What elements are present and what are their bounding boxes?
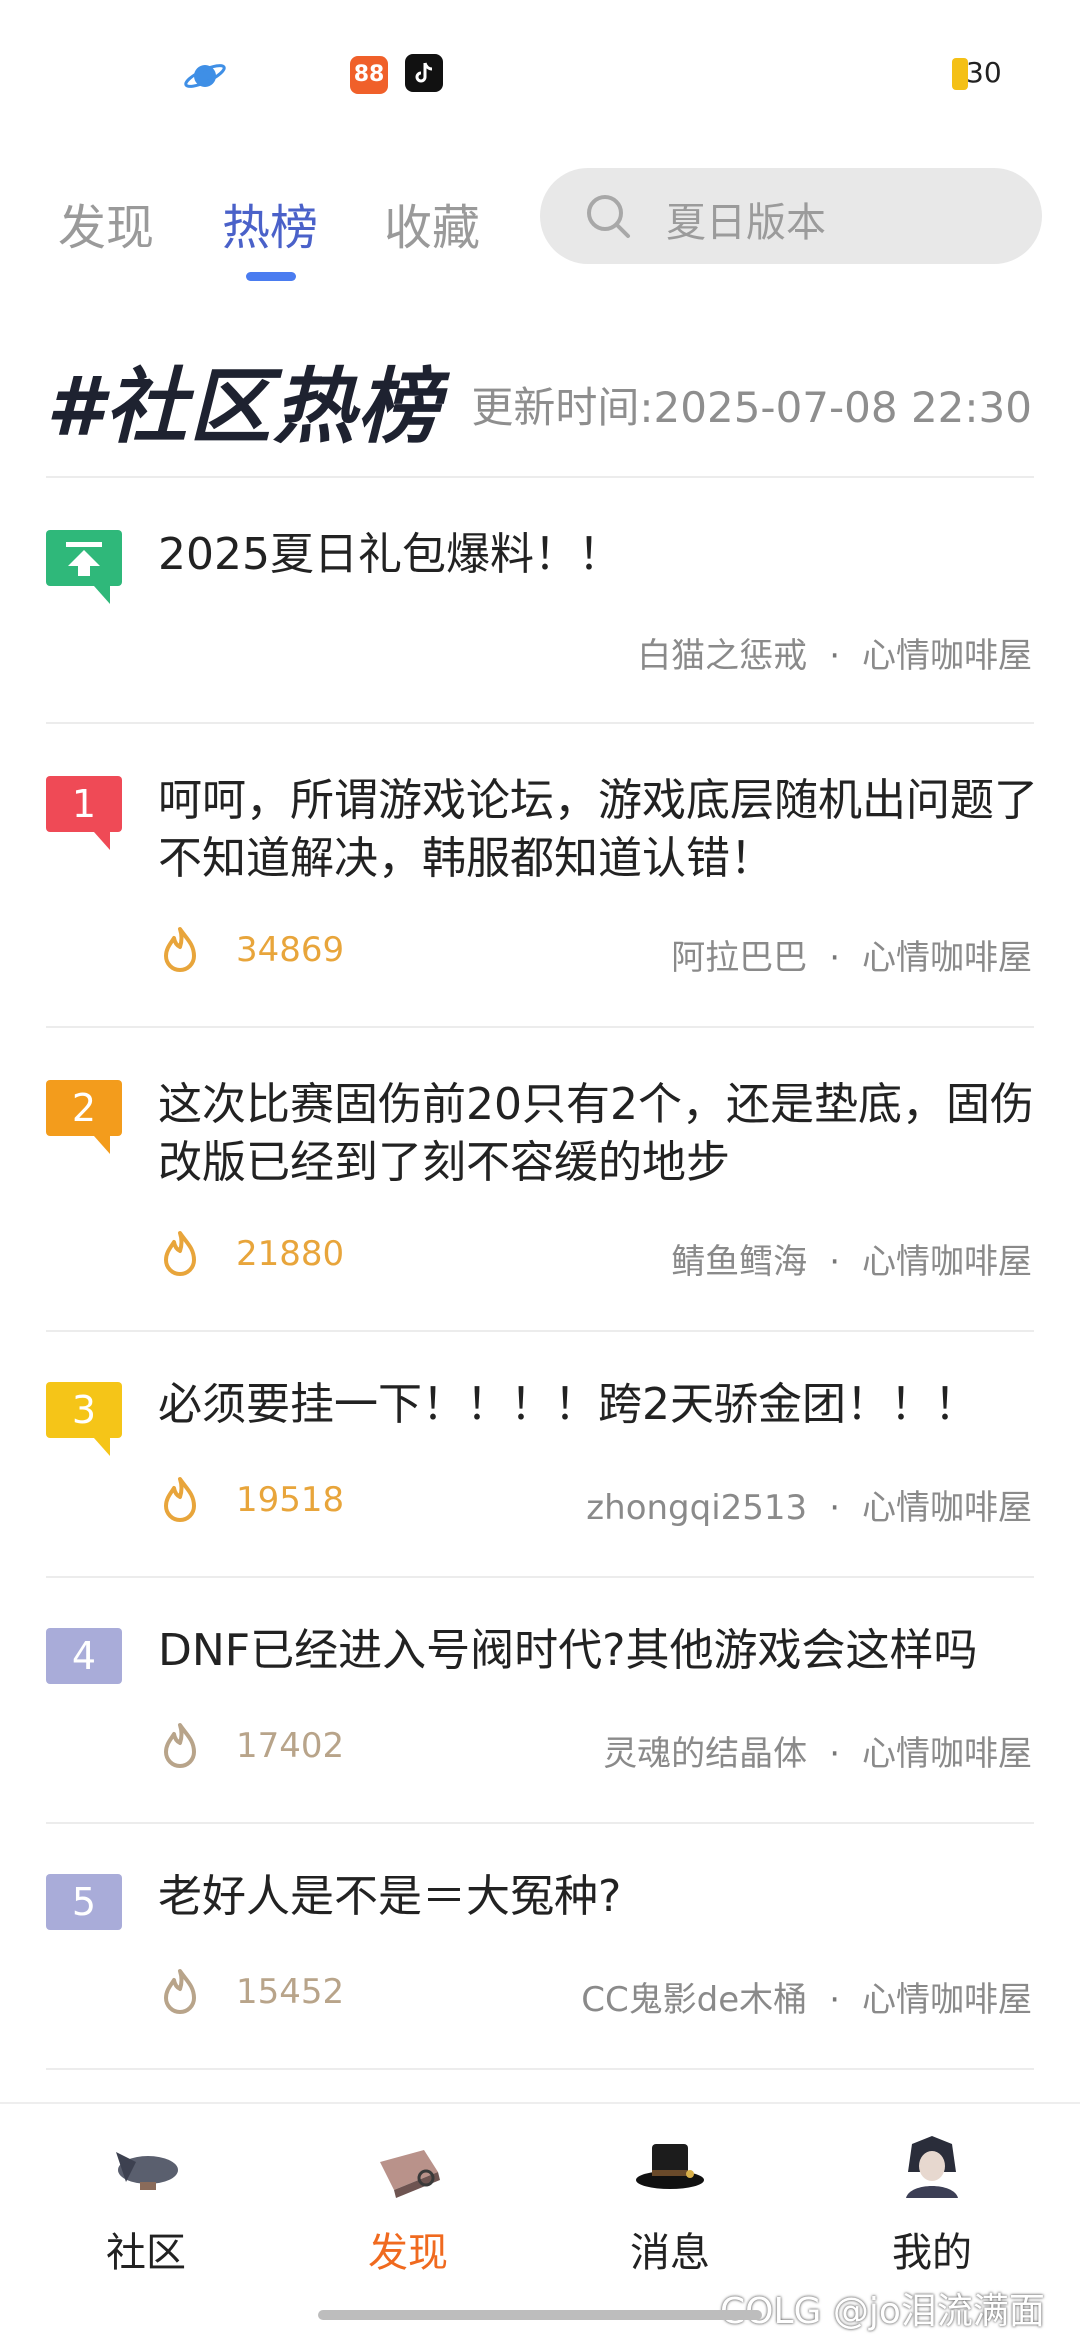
- page-title: #社区热榜: [46, 360, 442, 455]
- badge-tail: [94, 1136, 110, 1154]
- nav-community-label: 社区: [106, 2230, 186, 2276]
- pinned-badge-icon: [46, 530, 122, 586]
- heat-count: 21880: [236, 1234, 345, 1274]
- profile-avatar-icon: [906, 2136, 958, 2198]
- nav-discover-label: 发现: [368, 2230, 448, 2276]
- rank-badge: 1: [46, 776, 122, 832]
- list-item[interactable]: 2025夏日礼包爆料！！ 白猫之惩戒 · 心情咖啡屋: [0, 476, 1080, 722]
- heat-count: 34869: [236, 930, 345, 970]
- post-author[interactable]: 阿拉巴巴: [671, 938, 807, 978]
- heat-count: 19518: [236, 1480, 345, 1520]
- meta-separator: ·: [829, 1734, 840, 1774]
- post-meta: 白猫之惩戒 · 心情咖啡屋: [637, 628, 1032, 677]
- nav-messages-label: 消息: [630, 2230, 710, 2276]
- post-author[interactable]: CC鬼影de木桶: [581, 1980, 807, 2020]
- search-placeholder: 夏日版本: [666, 200, 826, 246]
- nav-profile-label: 我的: [892, 2230, 972, 2276]
- tab-favorites[interactable]: 收藏: [384, 188, 480, 258]
- meta-separator: ·: [829, 636, 840, 676]
- battery-level: 30: [966, 56, 1002, 89]
- post-author[interactable]: 白猫之惩戒: [637, 636, 807, 676]
- heat-count: 17402: [236, 1726, 345, 1766]
- badge-tail: [94, 832, 110, 850]
- rank-badge: 2: [46, 1080, 122, 1136]
- post-board[interactable]: 心情咖啡屋: [862, 1488, 1032, 1528]
- list-item[interactable]: 2 这次比赛固伤前20只有2个，还是垫底，固伤改版已经到了刻不容缓的地步 218…: [0, 1026, 1080, 1330]
- watermark: COLG @jo泪流满面: [720, 2291, 1045, 2332]
- rank-badge: 4: [46, 1628, 122, 1684]
- post-title[interactable]: 老好人是不是＝大冤种?: [158, 1868, 1038, 1926]
- discover-bag-icon: [380, 2150, 440, 2198]
- post-board[interactable]: 心情咖啡屋: [862, 1734, 1032, 1774]
- search-bar[interactable]: 夏日版本: [540, 168, 1042, 264]
- post-title[interactable]: 2025夏日礼包爆料！！: [158, 526, 1038, 584]
- divider: [46, 2068, 1034, 2070]
- meta-separator: ·: [829, 1980, 840, 2020]
- meta-separator: ·: [829, 938, 840, 978]
- post-board[interactable]: 心情咖啡屋: [862, 1242, 1032, 1282]
- post-meta: 灵魂的结晶体 · 心情咖啡屋: [603, 1726, 1032, 1775]
- post-board[interactable]: 心情咖啡屋: [862, 938, 1032, 978]
- badge-tail: [94, 586, 110, 604]
- browser-planet-icon: [184, 64, 226, 88]
- kuaishou-app-icon: 88: [350, 56, 388, 94]
- status-bar: 88 30: [0, 0, 1080, 140]
- post-title[interactable]: DNF已经进入号阀时代?其他游戏会这样吗: [158, 1622, 1038, 1680]
- active-tab-indicator: [246, 272, 296, 281]
- flame-icon: [164, 1477, 196, 1522]
- flame-icon: [164, 1231, 196, 1276]
- post-meta: CC鬼影de木桶 · 心情咖啡屋: [581, 1972, 1032, 2021]
- messages-top-hat-icon: [636, 2144, 704, 2189]
- community-airship-icon: [116, 2152, 178, 2190]
- flame-icon: [164, 1723, 196, 1768]
- search-icon: [587, 195, 630, 238]
- meta-separator: ·: [829, 1242, 840, 1282]
- post-title[interactable]: 这次比赛固伤前20只有2个，还是垫底，固伤改版已经到了刻不容缓的地步: [158, 1076, 1038, 1192]
- post-board[interactable]: 心情咖啡屋: [862, 636, 1032, 676]
- post-author[interactable]: 灵魂的结晶体: [603, 1734, 807, 1774]
- hot-list-header: #社区热榜 更新时间:2025-07-08 22:30: [46, 340, 1036, 460]
- post-title[interactable]: 呵呵，所谓游戏论坛，游戏底层随机出问题了不知道解决，韩服都知道认错！: [158, 772, 1038, 888]
- meta-separator: ·: [829, 1488, 840, 1528]
- list-item[interactable]: 4 DNF已经进入号阀时代?其他游戏会这样吗 17402 灵魂的结晶体 · 心情咖啡…: [0, 1576, 1080, 1822]
- flame-icon: [164, 1969, 196, 2014]
- post-board[interactable]: 心情咖啡屋: [862, 1980, 1032, 2020]
- post-meta: zhongqi2513 · 心情咖啡屋: [586, 1480, 1032, 1529]
- tab-discover[interactable]: 发现: [58, 188, 154, 258]
- post-title[interactable]: 必须要挂一下！！！！跨2天骄金团！！！: [158, 1376, 1038, 1434]
- home-indicator[interactable]: [318, 2310, 762, 2320]
- rank-badge: 5: [46, 1874, 122, 1930]
- list-item[interactable]: 1 呵呵，所谓游戏论坛，游戏底层随机出问题了不知道解决，韩服都知道认错！ 348…: [0, 722, 1080, 1026]
- heat-count: 15452: [236, 1972, 345, 2012]
- post-author[interactable]: zhongqi2513: [586, 1488, 807, 1528]
- list-item[interactable]: 3 必须要挂一下！！！！跨2天骄金团！！！ 19518 zhongqi2513 ·…: [0, 1330, 1080, 1576]
- list-item[interactable]: 5 老好人是不是＝大冤种? 15452 CC鬼影de木桶 · 心情咖啡屋: [0, 1822, 1080, 2068]
- tab-hot-list[interactable]: 热榜: [222, 188, 318, 258]
- post-meta: 阿拉巴巴 · 心情咖啡屋: [671, 930, 1032, 979]
- rank-badge: 3: [46, 1382, 122, 1438]
- badge-tail: [94, 1438, 110, 1456]
- tiktok-app-icon: [405, 54, 443, 92]
- update-time: 更新时间:2025-07-08 22:30: [471, 383, 1032, 432]
- post-meta: 鲭鱼鳕海 · 心情咖啡屋: [671, 1234, 1032, 1283]
- flame-icon: [164, 927, 196, 972]
- post-author[interactable]: 鲭鱼鳕海: [671, 1242, 807, 1282]
